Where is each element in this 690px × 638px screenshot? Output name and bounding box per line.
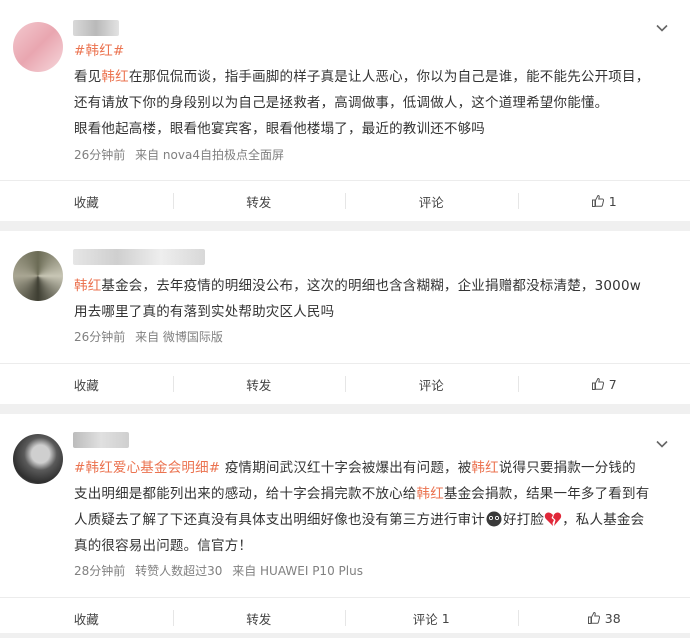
post-time[interactable]: 26分钟前 <box>74 148 125 162</box>
comment-count: 1 <box>442 611 450 626</box>
action-bar: 收藏 转发 评论1 38 <box>0 597 690 638</box>
keyword-highlight[interactable]: 韩红 <box>471 460 498 476</box>
chevron-down-icon[interactable] <box>656 438 668 450</box>
repost-button[interactable]: 转发 <box>173 598 346 638</box>
keyword-highlight[interactable]: 韩红 <box>74 278 101 294</box>
thumbs-up-icon <box>591 194 605 208</box>
topic-link[interactable]: #韩红爱心基金会明细# <box>74 460 220 476</box>
post-card: #韩红爱心基金会明细# 疫情期间武汉红十字会被爆出有问题，被韩红说得只要捐款一分… <box>0 414 690 633</box>
post-card: 韩红基金会，去年疫情的明细没公布，这次的明细也含含糊糊，企业捐赠都没标清楚，30… <box>0 231 690 404</box>
post-content: 韩红基金会，去年疫情的明细没公布，这次的明细也含含糊糊，企业捐赠都没标清楚，30… <box>74 273 664 325</box>
like-button[interactable]: 1 <box>518 181 690 221</box>
post-content: #韩红爱心基金会明细# 疫情期间武汉红十字会被爆出有问题，被韩红说得只要捐款一分… <box>74 455 664 559</box>
comment-button[interactable]: 评论 <box>345 364 518 404</box>
like-count: 1 <box>609 194 617 209</box>
comment-button[interactable]: 评论 <box>345 181 518 221</box>
repost-button[interactable]: 转发 <box>173 364 346 404</box>
post-content: #韩红# 看见韩红在那侃侃而谈，指手画脚的样子真是让人恶心，你以为自己是谁，能不… <box>74 38 664 142</box>
username-blurred[interactable] <box>73 249 205 265</box>
post-time[interactable]: 26分钟前 <box>74 330 125 344</box>
mask-face-emoji-icon <box>485 511 503 527</box>
post-card: #韩红# 看见韩红在那侃侃而谈，指手画脚的样子真是让人恶心，你以为自己是谁，能不… <box>0 0 690 221</box>
post-meta: 26分钟前 来自 微博国际版 <box>74 328 229 345</box>
thumbs-up-icon <box>591 377 605 391</box>
post-source: 来自 微博国际版 <box>135 330 223 344</box>
repost-button[interactable]: 转发 <box>173 181 346 221</box>
avatar[interactable] <box>13 434 63 484</box>
comment-button[interactable]: 评论1 <box>345 598 518 638</box>
thumbs-up-icon <box>587 611 601 625</box>
like-count: 7 <box>609 377 617 392</box>
post-source: 来自 nova4自拍极点全面屏 <box>135 148 284 162</box>
username-blurred[interactable] <box>73 432 129 448</box>
avatar[interactable] <box>13 251 63 301</box>
post-time[interactable]: 28分钟前 <box>74 564 125 578</box>
like-button[interactable]: 7 <box>518 364 690 404</box>
broken-heart-icon <box>544 511 562 527</box>
username-blurred[interactable] <box>73 20 119 36</box>
favorite-button[interactable]: 收藏 <box>0 181 173 221</box>
keyword-highlight[interactable]: 韩红 <box>101 69 128 85</box>
favorite-button[interactable]: 收藏 <box>0 598 173 638</box>
post-source: 来自 HUAWEI P10 Plus <box>232 564 363 578</box>
avatar[interactable] <box>13 22 63 72</box>
reposters-count[interactable]: 转赞人数超过30 <box>135 564 222 578</box>
post-meta: 28分钟前 转赞人数超过30 来自 HUAWEI P10 Plus <box>74 562 369 579</box>
like-button[interactable]: 38 <box>518 598 690 638</box>
chevron-down-icon[interactable] <box>656 22 668 34</box>
like-count: 38 <box>605 611 621 626</box>
action-bar: 收藏 转发 评论 1 <box>0 180 690 221</box>
topic-link[interactable]: #韩红# <box>74 43 124 59</box>
post-meta: 26分钟前 来自 nova4自拍极点全面屏 <box>74 146 290 163</box>
favorite-button[interactable]: 收藏 <box>0 364 173 404</box>
action-bar: 收藏 转发 评论 7 <box>0 363 690 404</box>
keyword-highlight[interactable]: 韩红 <box>417 486 444 502</box>
